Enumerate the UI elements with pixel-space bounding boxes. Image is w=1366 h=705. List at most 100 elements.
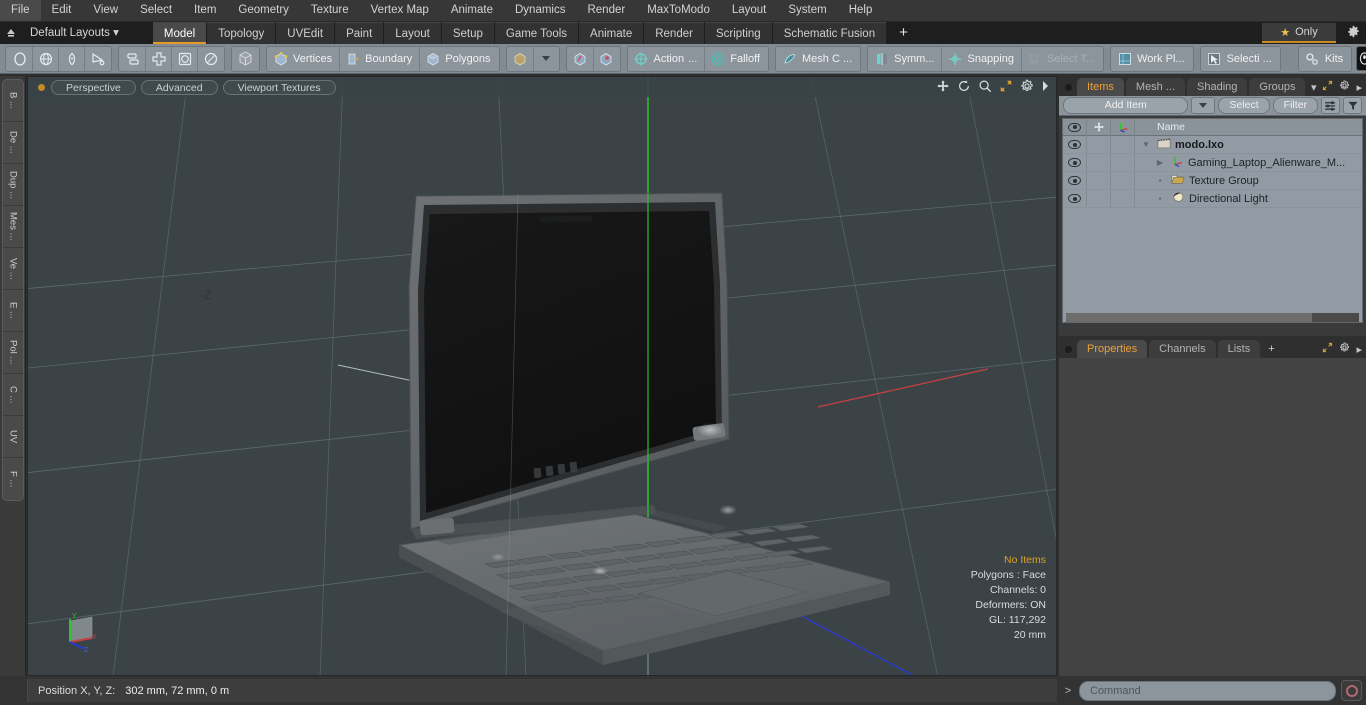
table-row[interactable]: ▼ modo.lxo xyxy=(1063,136,1362,154)
viewport-perspective-dropdown[interactable]: Perspective xyxy=(51,79,136,95)
left-tab-uv[interactable]: UV xyxy=(3,416,23,458)
mesh-constraint-button[interactable]: Mesh C ... xyxy=(777,47,859,71)
chevron-down-icon[interactable]: ▾ xyxy=(1311,81,1317,94)
pen-icon[interactable] xyxy=(59,46,85,71)
chevron-down-icon[interactable] xyxy=(534,47,558,71)
left-tab-basic[interactable]: B ... xyxy=(3,80,23,122)
menu-item-vertex-map[interactable]: Vertex Map xyxy=(360,0,440,21)
cube-icon[interactable] xyxy=(233,47,258,71)
row-visibility-eye-icon[interactable] xyxy=(1063,172,1087,189)
stack-icon[interactable] xyxy=(120,46,146,71)
fit-icon[interactable] xyxy=(999,79,1013,93)
tab-groups[interactable]: Groups xyxy=(1249,78,1306,96)
menu-item-texture[interactable]: Texture xyxy=(300,0,360,21)
tab-animate[interactable]: Animate xyxy=(579,22,644,44)
menu-item-render[interactable]: Render xyxy=(576,0,636,21)
menu-item-system[interactable]: System xyxy=(777,0,837,21)
gear-icon[interactable] xyxy=(1339,342,1350,356)
row-visibility-eye-icon[interactable] xyxy=(1063,154,1087,171)
tab-properties[interactable]: Properties xyxy=(1077,340,1148,358)
menu-item-geometry[interactable]: Geometry xyxy=(227,0,300,21)
frame-icon[interactable] xyxy=(172,46,198,71)
add-item-button[interactable]: Add Item xyxy=(1063,97,1189,114)
circle-icon[interactable] xyxy=(7,46,33,71)
triangle-down-icon[interactable]: ▼ xyxy=(1139,140,1153,149)
action-center-button[interactable]: Action ... xyxy=(629,46,706,71)
menu-item-view[interactable]: View xyxy=(82,0,129,21)
chevron-right-icon[interactable]: ▸ xyxy=(1356,81,1362,94)
list-options-icon[interactable] xyxy=(1321,97,1340,114)
item-list-hscrollbar[interactable] xyxy=(1066,313,1359,322)
position-readout[interactable]: Position X, Y, Z: 302 mm, 72 mm, 0 m xyxy=(27,679,1057,702)
selection-set-button[interactable]: Selecti ... xyxy=(1202,47,1279,71)
snapping-button[interactable]: Snapping xyxy=(942,46,1022,71)
row-visibility-eye-icon[interactable] xyxy=(1063,190,1087,207)
gear-icon[interactable] xyxy=(1339,80,1350,94)
move-icon[interactable] xyxy=(936,79,950,93)
tab-mesh[interactable]: Mesh ... xyxy=(1125,78,1186,96)
tab-channels[interactable]: Channels xyxy=(1149,340,1216,358)
triangle-right-icon[interactable]: ▶ xyxy=(1153,158,1167,167)
tab-uvedit[interactable]: UVEdit xyxy=(276,22,335,44)
mode-polygons-button[interactable]: Polygons xyxy=(420,47,497,71)
menu-item-file[interactable]: File xyxy=(0,0,41,21)
tab-topology[interactable]: Topology xyxy=(207,22,276,44)
tab-model[interactable]: Model xyxy=(152,22,207,44)
left-tab-deform[interactable]: De ... xyxy=(3,122,23,164)
viewport-textures-dropdown[interactable]: Viewport Textures xyxy=(222,79,336,95)
gear-icon[interactable] xyxy=(1347,25,1360,41)
add-item-dropdown[interactable] xyxy=(1191,97,1216,114)
left-tab-duplicate[interactable]: Dup ... xyxy=(3,164,23,206)
kits-button[interactable]: Kits xyxy=(1300,47,1350,71)
left-tab-polygon[interactable]: Pol ... xyxy=(3,332,23,374)
item-row-mesh[interactable]: ▶ Gaming_Laptop_Alienware_M... xyxy=(1135,155,1345,170)
only-filter-button[interactable]: ★ Only xyxy=(1262,23,1336,43)
work-plane-button[interactable]: Work Pl... xyxy=(1112,47,1191,71)
up-arrow-icon[interactable] xyxy=(0,22,22,44)
left-tab-fusion[interactable]: F ... xyxy=(3,458,23,500)
tab-lists[interactable]: Lists xyxy=(1217,340,1261,358)
menu-item-edit[interactable]: Edit xyxy=(41,0,83,21)
table-row[interactable]: ▪ Directional Light xyxy=(1063,190,1362,208)
mode-vertices-button[interactable]: Vertices xyxy=(268,46,341,71)
gear-icon[interactable] xyxy=(1020,79,1034,93)
add-tab-button[interactable]: + xyxy=(887,23,920,43)
table-row[interactable]: ▪ Texture Group xyxy=(1063,172,1362,190)
3d-viewport[interactable]: -Z Perspective Advanced Viewport Texture… xyxy=(27,76,1057,676)
filter-button[interactable]: Filter xyxy=(1272,97,1318,114)
symmetry-button[interactable]: Symm... xyxy=(869,46,943,71)
add-panel-tab-button[interactable]: + xyxy=(1262,340,1280,358)
item-row-scene[interactable]: ▼ modo.lxo xyxy=(1135,138,1224,152)
left-tab-vertex[interactable]: Ve ... xyxy=(3,248,23,290)
left-tab-curve[interactable]: C ... xyxy=(3,374,23,416)
select-through-button[interactable]: Select T... xyxy=(1022,47,1102,71)
viewport-menu-dot[interactable] xyxy=(38,83,45,91)
record-icon[interactable] xyxy=(1341,680,1362,701)
menu-item-maxtomodo[interactable]: MaxToModo xyxy=(636,0,721,21)
expand-icon[interactable] xyxy=(1322,342,1333,356)
curve-icon[interactable] xyxy=(85,47,110,71)
left-tab-mesh[interactable]: Mes ... xyxy=(3,206,23,248)
command-input[interactable]: Command xyxy=(1079,680,1336,701)
paint-b-icon[interactable] xyxy=(594,47,619,71)
ellipse-icon[interactable] xyxy=(198,47,223,71)
tab-game-tools[interactable]: Game Tools xyxy=(494,22,579,44)
tab-items[interactable]: Items xyxy=(1077,78,1124,96)
chevron-right-icon[interactable]: ▸ xyxy=(1356,343,1362,356)
tab-paint[interactable]: Paint xyxy=(335,22,384,44)
rotate-icon[interactable] xyxy=(957,79,971,93)
layout-name-dropdown[interactable]: Default Layouts ▾ xyxy=(22,23,127,44)
tab-schematic-fusion[interactable]: Schematic Fusion xyxy=(772,22,887,44)
cross-icon[interactable] xyxy=(146,46,172,71)
item-row-texture-group[interactable]: ▪ Texture Group xyxy=(1135,173,1259,188)
row-visibility-eye-icon[interactable] xyxy=(1063,136,1087,153)
panel-menu-dot[interactable] xyxy=(1065,84,1072,91)
scrollbar-thumb[interactable] xyxy=(1066,313,1313,322)
viewport-shading-dropdown[interactable]: Advanced xyxy=(140,79,218,95)
menu-item-layout[interactable]: Layout xyxy=(721,0,778,21)
funnel-icon[interactable] xyxy=(1343,97,1362,114)
menu-item-dynamics[interactable]: Dynamics xyxy=(504,0,576,21)
tab-setup[interactable]: Setup xyxy=(441,22,494,44)
tab-scripting[interactable]: Scripting xyxy=(704,22,772,44)
menu-item-help[interactable]: Help xyxy=(838,0,884,21)
